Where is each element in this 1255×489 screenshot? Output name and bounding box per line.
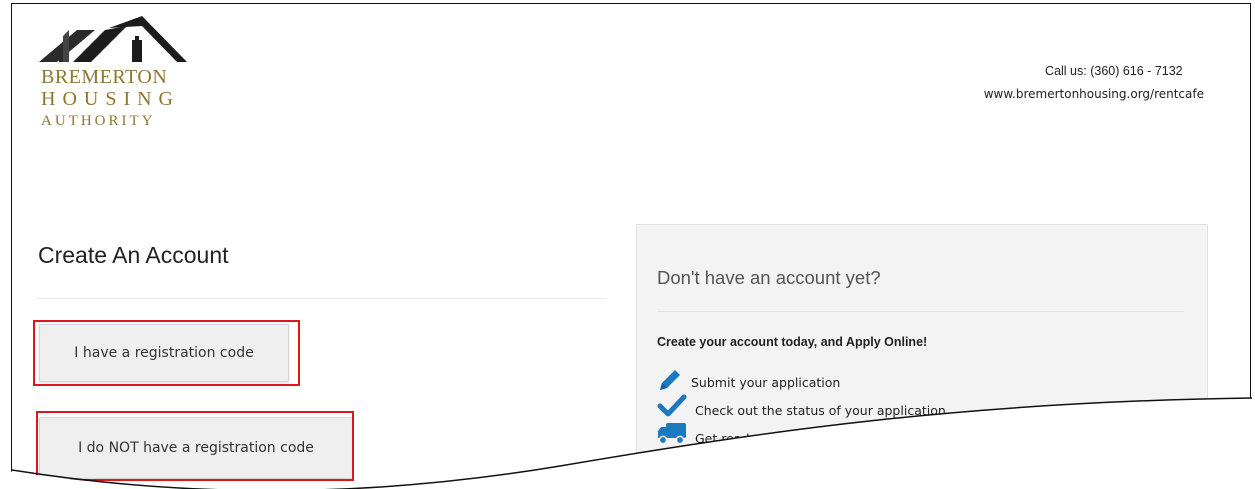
highlight-box: [33, 320, 300, 386]
logo-text-line2: HOUSING: [41, 88, 180, 110]
logo-text-line3: AUTHORITY: [41, 113, 156, 129]
highlight-box: [36, 411, 354, 481]
house-roof-logo-icon: [39, 16, 187, 62]
info-panel: Don't have an account yet? Create your a…: [636, 224, 1208, 489]
feature-label: Submit your application: [691, 375, 841, 390]
contact-info: Call us: (360) 616 - 7132 www.bremertonh…: [984, 64, 1204, 101]
page-title: Create An Account: [38, 242, 229, 268]
pencil-icon: [660, 370, 680, 390]
phone-number: Call us: (360) 616 - 7132: [1045, 64, 1183, 78]
title-divider: [38, 298, 606, 299]
website-link[interactable]: www.bremertonhousing.org/rentcafe: [984, 87, 1204, 101]
panel-lead-text: Create your account today, and Apply Onl…: [657, 335, 928, 349]
panel-divider: [657, 311, 1184, 312]
panel-title: Don't have an account yet?: [657, 267, 881, 288]
feature-label: Get ready to move in!: [695, 431, 833, 446]
checkmark-icon: [657, 394, 687, 417]
logo-text-line1: BREMERTON: [41, 66, 168, 88]
truck-icon: [658, 423, 686, 445]
bremerton-housing-logo[interactable]: BREMERTON HOUSING AUTHORITY: [39, 16, 199, 146]
page-frame: BREMERTON HOUSING AUTHORITY Call us: (36…: [11, 3, 1251, 489]
feature-label: Check out the status of your application: [695, 403, 946, 418]
